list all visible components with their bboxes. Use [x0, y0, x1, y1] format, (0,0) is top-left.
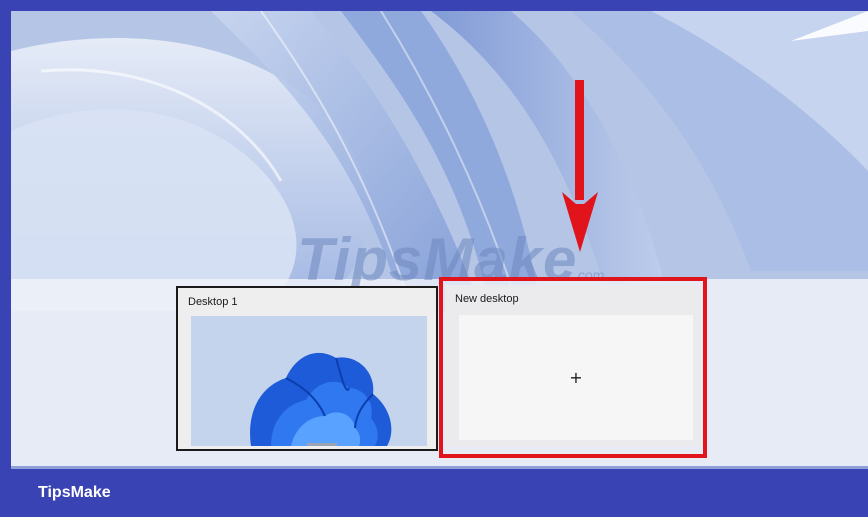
windows-bloom-icon: [191, 316, 427, 446]
footer-brand: TipsMake: [38, 484, 111, 501]
desktop-card-desktop-1[interactable]: Desktop 1: [176, 286, 438, 451]
footer-divider: [11, 466, 868, 469]
desktop-card-label: Desktop 1: [188, 296, 238, 308]
footer-bar: TipsMake: [0, 466, 868, 517]
screenshot-frame: TipsMake .com Desktop 1 New desktop + Ti…: [0, 0, 868, 517]
highlight-box: [439, 277, 707, 458]
thumbnail-taskbar: [307, 443, 337, 446]
desktop-1-thumbnail[interactable]: [191, 316, 427, 446]
down-arrow-icon: [562, 80, 598, 252]
